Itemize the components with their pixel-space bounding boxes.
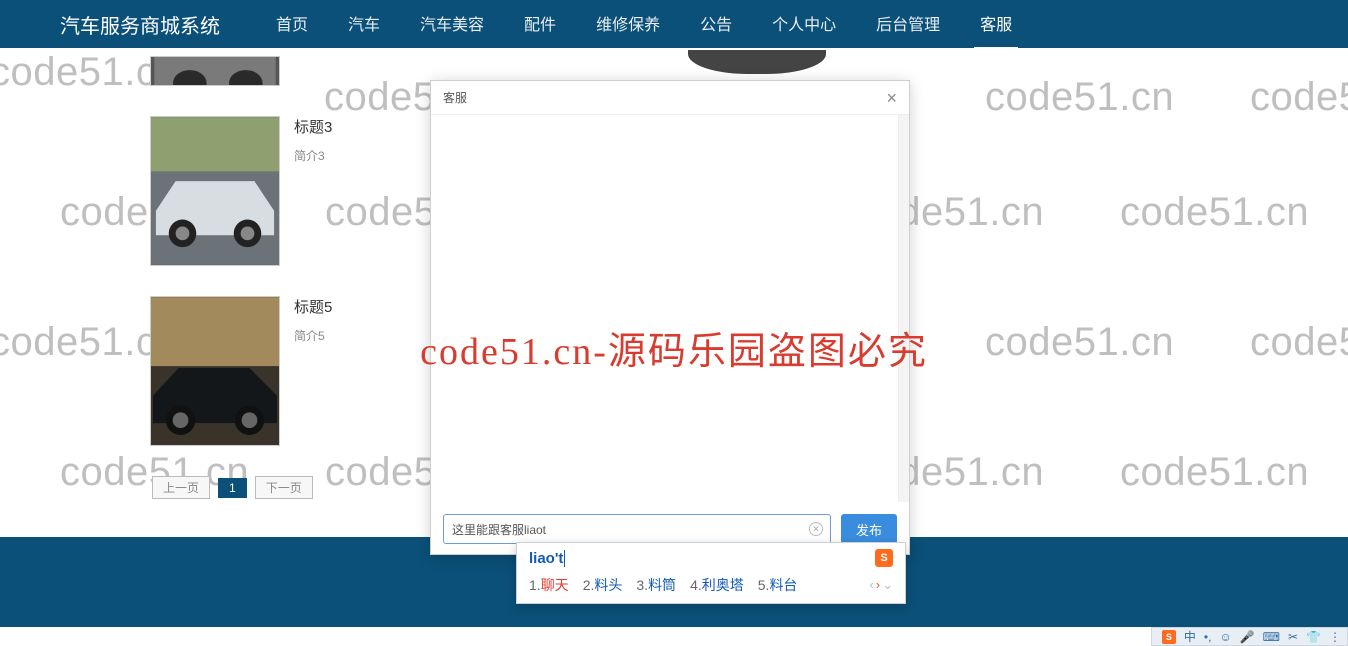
- ime-expand-icon[interactable]: ⌄: [882, 577, 893, 593]
- nav-list: 首页 汽车 汽车美容 配件 维修保养 公告 个人中心 后台管理 客服: [270, 0, 1018, 49]
- nav-admin[interactable]: 后台管理: [870, 0, 946, 49]
- chat-input[interactable]: [443, 514, 831, 544]
- car-subtitle: 简介3: [294, 147, 332, 164]
- car-thumb[interactable]: [150, 296, 280, 446]
- chat-history[interactable]: [431, 115, 909, 502]
- anti-steal-watermark: code51.cn-源码乐园盗图必究: [420, 320, 928, 375]
- car-thumb[interactable]: [150, 116, 280, 266]
- sogou-logo-icon: S: [875, 549, 893, 567]
- tray-skin-icon[interactable]: 👕: [1306, 630, 1321, 644]
- ime-next-icon[interactable]: ›: [876, 577, 880, 593]
- nav-service[interactable]: 客服: [974, 0, 1018, 49]
- ime-candidate[interactable]: 3.料筒: [636, 575, 676, 595]
- close-icon[interactable]: ×: [886, 89, 897, 107]
- nav-notice[interactable]: 公告: [694, 0, 738, 49]
- tray-clip-icon[interactable]: ✂: [1288, 630, 1298, 644]
- tray-more-icon[interactable]: ⋮: [1329, 630, 1341, 644]
- ime-tray: S 中 •, ☺ 🎤 ⌨ ✂ 👕 ⋮: [1151, 627, 1348, 646]
- top-nav: 汽车服务商城系统 首页 汽车 汽车美容 配件 维修保养 公告 个人中心 后台管理…: [0, 0, 1348, 48]
- car-thumb-partial[interactable]: [150, 56, 280, 86]
- modal-header: 客服 ×: [431, 81, 909, 115]
- nav-beauty[interactable]: 汽车美容: [414, 0, 490, 49]
- page-number[interactable]: 1: [218, 478, 247, 498]
- nav-profile[interactable]: 个人中心: [766, 0, 842, 49]
- nav-parts[interactable]: 配件: [518, 0, 562, 49]
- send-button[interactable]: 发布: [841, 514, 897, 544]
- ime-candidate[interactable]: 2.料头: [583, 575, 623, 595]
- page-prev[interactable]: 上一页: [152, 476, 210, 499]
- sogou-tray-icon[interactable]: S: [1162, 630, 1176, 644]
- car-subtitle: 简介5: [294, 327, 332, 344]
- tray-lang[interactable]: 中: [1184, 628, 1196, 645]
- ime-candidate[interactable]: 5.料台: [758, 575, 798, 595]
- ime-candidates: 1.聊天 2.料头 3.料筒 4.利奥塔 5.料台 ‹ › ⌄: [517, 571, 905, 603]
- car-title: 标题5: [294, 296, 332, 317]
- tray-keyboard-icon[interactable]: ⌨: [1263, 630, 1280, 644]
- nav-cars[interactable]: 汽车: [342, 0, 386, 49]
- ime-pinyin: liao't: [529, 550, 565, 567]
- chat-modal: 客服 × ✕ 发布: [430, 80, 910, 555]
- tray-punct-icon[interactable]: •,: [1204, 630, 1212, 644]
- nav-maintain[interactable]: 维修保养: [590, 0, 666, 49]
- clear-input-icon[interactable]: ✕: [809, 522, 823, 536]
- ime-panel: liao't S 1.聊天 2.料头 3.料筒 4.利奥塔 5.料台 ‹ › ⌄: [516, 542, 906, 604]
- page-next[interactable]: 下一页: [255, 476, 313, 499]
- ime-candidate[interactable]: 1.聊天: [529, 575, 569, 595]
- ime-prev-icon[interactable]: ‹: [869, 577, 873, 593]
- tray-voice-icon[interactable]: 🎤: [1240, 630, 1255, 644]
- nav-home[interactable]: 首页: [270, 0, 314, 49]
- car-title: 标题3: [294, 116, 332, 137]
- ime-candidate[interactable]: 4.利奥塔: [690, 575, 744, 595]
- brand-title: 汽车服务商城系统: [60, 10, 220, 39]
- tray-emoji-icon[interactable]: ☺: [1219, 630, 1231, 644]
- modal-title: 客服: [443, 89, 467, 106]
